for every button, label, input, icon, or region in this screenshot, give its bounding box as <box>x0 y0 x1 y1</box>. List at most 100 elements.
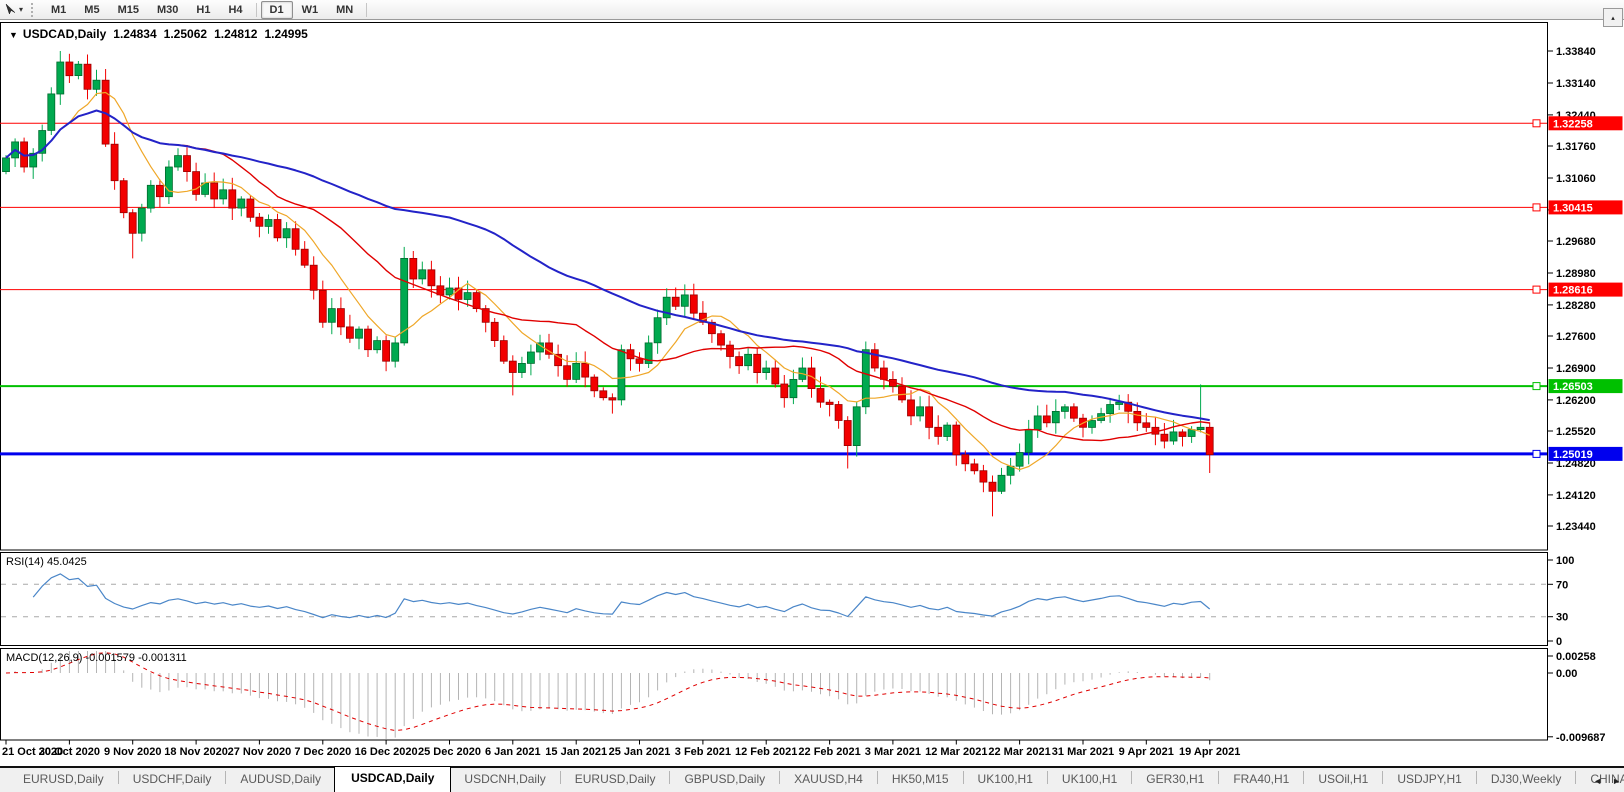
tf-button-h4[interactable]: H4 <box>219 1 251 19</box>
tab-separator <box>962 771 964 784</box>
chart-canvas[interactable]: 1.338401.331401.324401.317601.310601.303… <box>0 0 1624 792</box>
svg-text:16 Dec 2020: 16 Dec 2020 <box>355 746 418 758</box>
svg-text:18 Nov 2020: 18 Nov 2020 <box>164 746 228 758</box>
svg-text:25 Dec 2020: 25 Dec 2020 <box>418 746 481 758</box>
svg-text:0: 0 <box>1556 636 1562 648</box>
svg-text:6 Jan 2021: 6 Jan 2021 <box>485 746 541 758</box>
tab-scroll-right-icon[interactable]: ► <box>1612 776 1621 786</box>
svg-text:19 Apr 2021: 19 Apr 2021 <box>1179 746 1240 758</box>
tab-separator <box>1475 771 1477 784</box>
svg-text:1.27600: 1.27600 <box>1556 331 1596 343</box>
svg-text:1.33140: 1.33140 <box>1556 78 1596 90</box>
toolbar-overflow-button[interactable]: ▴ <box>1603 8 1623 27</box>
svg-text:12 Mar 2021: 12 Mar 2021 <box>925 746 987 758</box>
svg-text:1.31760: 1.31760 <box>1556 141 1596 153</box>
tf-button-mn[interactable]: MN <box>327 1 362 19</box>
svg-text:15 Jan 2021: 15 Jan 2021 <box>545 746 607 758</box>
tab-separator <box>1575 771 1577 784</box>
tab-separator <box>876 771 878 784</box>
svg-text:12 Feb 2021: 12 Feb 2021 <box>735 746 797 758</box>
svg-text:1.28980: 1.28980 <box>1556 268 1596 280</box>
cursor-tool-button[interactable]: ▾ <box>4 3 23 16</box>
svg-text:1.24120: 1.24120 <box>1556 490 1596 502</box>
tf-button-m30[interactable]: M30 <box>148 1 187 19</box>
tf-button-m5[interactable]: M5 <box>75 1 108 19</box>
quote-open: 1.24834 <box>113 27 157 41</box>
svg-text:70: 70 <box>1556 579 1568 591</box>
tab-strip: EURUSD,Daily USDCHF,Daily AUDUSD,Daily USDC… <box>0 766 1624 792</box>
chevron-down-icon[interactable]: ▾ <box>19 5 23 14</box>
tab-separator <box>1303 771 1305 784</box>
svg-text:1.25019: 1.25019 <box>1553 449 1593 461</box>
tab-usdcad-daily[interactable]: USDCAD,Daily <box>334 766 452 792</box>
tf-button-w1[interactable]: W1 <box>293 1 328 19</box>
svg-text:1.26503: 1.26503 <box>1553 381 1593 393</box>
svg-text:1.30415: 1.30415 <box>1553 202 1593 214</box>
tf-button-h1[interactable]: H1 <box>187 1 219 19</box>
toolbar-separator <box>255 2 257 17</box>
tab-separator <box>559 771 561 784</box>
svg-text:1.31060: 1.31060 <box>1556 173 1596 185</box>
svg-text:1.26200: 1.26200 <box>1556 395 1596 407</box>
tab-hk50-m15[interactable]: HK50,M15 <box>879 768 962 792</box>
svg-text:1.28280: 1.28280 <box>1556 300 1596 312</box>
cursor-arrow-icon <box>5 3 16 15</box>
tab-separator <box>117 771 119 784</box>
toolbar-separator <box>366 2 368 17</box>
svg-text:25 Jan 2021: 25 Jan 2021 <box>609 746 671 758</box>
tf-button-m15[interactable]: M15 <box>109 1 148 19</box>
timeframe-toolbar: ▾ M1 M5 M15 M30 H1 H4 D1 W1 MN <box>0 0 1624 20</box>
tab-ger30-h1[interactable]: GER30,H1 <box>1133 768 1217 792</box>
tab-audusd-daily[interactable]: AUDUSD,Daily <box>227 768 334 792</box>
tab-fra40-h1[interactable]: FRA40,H1 <box>1220 768 1302 792</box>
chart-title: ▼ USDCAD,Daily 1.24834 1.25062 1.24812 1.2499… <box>9 27 315 41</box>
tab-uk100-h1[interactable]: UK100,H1 <box>965 768 1046 792</box>
svg-text:1.32258: 1.32258 <box>1553 118 1593 130</box>
tab-usdcnh-daily[interactable]: USDCNH,Daily <box>451 768 558 792</box>
tab-xauusd-h4[interactable]: XAUUSD,H4 <box>781 768 876 792</box>
tab-separator <box>225 771 227 784</box>
svg-text:31 Mar 2021: 31 Mar 2021 <box>1052 746 1114 758</box>
tab-scroll-arrows: ◄ ► <box>1593 776 1621 786</box>
svg-text:22 Feb 2021: 22 Feb 2021 <box>798 746 860 758</box>
symbol-dropdown-icon[interactable]: ▼ <box>9 30 18 40</box>
tab-scroll-left-icon[interactable]: ◄ <box>1593 776 1602 786</box>
mt4-window: ▾ M1 M5 M15 M30 H1 H4 D1 W1 MN ▴ 1.33840… <box>0 0 1624 792</box>
svg-text:-0.009687: -0.009687 <box>1556 732 1606 744</box>
tab-separator <box>1046 771 1048 784</box>
tab-separator <box>1218 771 1220 784</box>
quote-low: 1.24812 <box>214 27 258 41</box>
tab-usoil-h1[interactable]: USOil,H1 <box>1305 768 1381 792</box>
svg-text:9 Nov 2020: 9 Nov 2020 <box>104 746 161 758</box>
chart-symbol: USDCAD,Daily <box>22 27 107 41</box>
svg-text:0.00258: 0.00258 <box>1556 651 1596 663</box>
tab-gbpusd-daily[interactable]: GBPUSD,Daily <box>671 768 778 792</box>
tf-button-m1[interactable]: M1 <box>42 1 75 19</box>
symbol-tab-bar: EURUSD,Daily USDCHF,Daily AUDUSD,Daily USDC… <box>0 766 1624 792</box>
svg-text:7 Dec 2020: 7 Dec 2020 <box>294 746 351 758</box>
tab-usdjpy-h1[interactable]: USDJPY,H1 <box>1384 768 1474 792</box>
svg-text:30 Oct 2020: 30 Oct 2020 <box>39 746 100 758</box>
quote-high: 1.25062 <box>163 27 208 41</box>
svg-text:30: 30 <box>1556 612 1568 624</box>
tf-button-d1[interactable]: D1 <box>260 0 293 19</box>
tab-eurusd-daily[interactable]: EURUSD,Daily <box>10 768 117 792</box>
svg-text:1.26900: 1.26900 <box>1556 363 1596 375</box>
svg-text:3 Feb 2021: 3 Feb 2021 <box>675 746 731 758</box>
svg-text:1.33840: 1.33840 <box>1556 46 1596 58</box>
tab-separator <box>669 771 671 784</box>
tab-eurusd-daily[interactable]: EURUSD,Daily <box>562 768 669 792</box>
svg-text:3 Mar 2021: 3 Mar 2021 <box>865 746 921 758</box>
tab-usdchf-daily[interactable]: USDCHF,Daily <box>120 768 225 792</box>
svg-text:1.29680: 1.29680 <box>1556 236 1596 248</box>
toolbar-grip-handle[interactable] <box>31 2 36 17</box>
svg-text:100: 100 <box>1556 555 1574 567</box>
tab-uk100-h1[interactable]: UK100,H1 <box>1049 768 1130 792</box>
svg-text:1.25520: 1.25520 <box>1556 426 1596 438</box>
svg-text:0.00: 0.00 <box>1556 668 1577 680</box>
tab-dj30-weekly[interactable]: DJ30,Weekly <box>1478 768 1574 792</box>
macd-indicator-label: MACD(12,26,9) -0.001579 -0.001311 <box>6 652 187 664</box>
svg-text:9 Apr 2021: 9 Apr 2021 <box>1119 746 1174 758</box>
svg-text:27 Nov 2020: 27 Nov 2020 <box>228 746 292 758</box>
svg-text:1.28616: 1.28616 <box>1553 285 1593 297</box>
